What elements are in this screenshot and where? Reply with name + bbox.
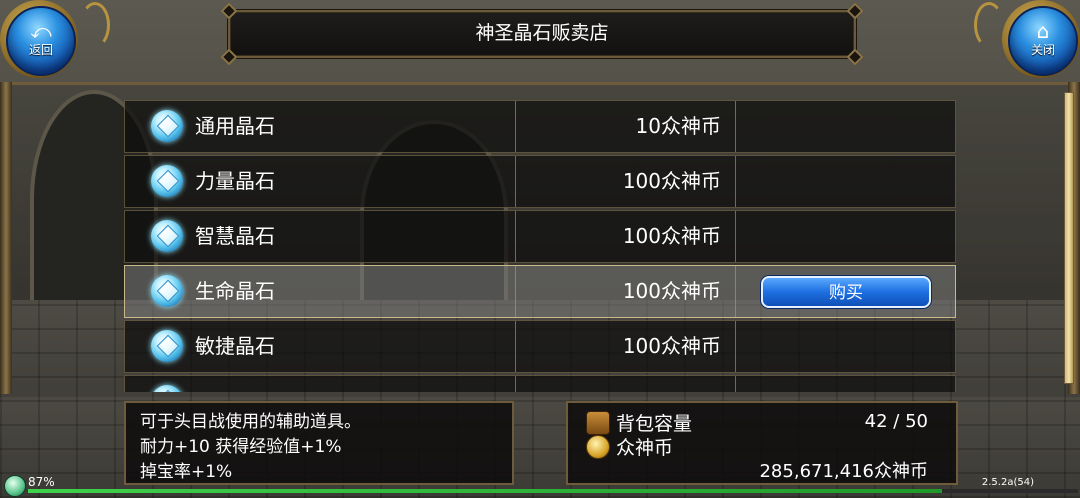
shop-item-row[interactable]: 敏捷晶石 100众神币 (124, 320, 956, 373)
shop-item-row[interactable]: 通用晶石 10众神币 (124, 100, 956, 153)
panel-rail-left (0, 82, 12, 394)
crystal-icon (151, 385, 183, 392)
column-divider (735, 321, 736, 372)
bag-capacity-value: 42 / 50 (864, 411, 928, 432)
buy-button[interactable]: 购买 (761, 276, 931, 308)
column-divider (735, 101, 736, 152)
item-price: 100众神币 (622, 279, 721, 303)
experience-bar-fill (28, 489, 942, 493)
item-name: 生命晶石 (195, 279, 275, 303)
item-price: 100众神币 (622, 169, 721, 193)
close-button-label: 关闭 (1030, 43, 1055, 57)
item-price: 10众神币 (635, 114, 721, 138)
back-button-orb[interactable]: ⤺ 返回 (6, 6, 76, 76)
description-line: 可于头目战使用的辅助道具。 (140, 412, 361, 432)
close-button-orb[interactable]: ⌂ 关闭 (1008, 6, 1078, 76)
shop-title: 神圣晶石贩卖店 (475, 22, 609, 44)
item-name: 通用晶石 (195, 114, 275, 138)
inventory-info-panel: 背包容量 42 / 50 众神币 285,671,416众神币 (566, 401, 958, 485)
bag-capacity-label: 背包容量 (616, 413, 693, 435)
column-divider (735, 211, 736, 262)
column-divider (735, 156, 736, 207)
currency-label: 众神币 (616, 437, 674, 459)
item-description-panel: 可于头目战使用的辅助道具。 耐力+10 获得经验值+1% 掉宝率+1% (124, 401, 514, 485)
gold-ornament-right (974, 2, 1004, 48)
column-divider (515, 376, 516, 392)
experience-bar (28, 489, 1078, 493)
crystal-icon (151, 275, 183, 307)
bag-icon (586, 411, 610, 435)
crystal-icon (151, 220, 183, 252)
scrollbar-thumb[interactable] (1065, 93, 1073, 383)
description-line: 耐力+10 获得经验值+1% (140, 437, 342, 457)
item-price: 100众神币 (622, 224, 721, 248)
home-icon: ⌂ (1036, 19, 1050, 43)
shop-item-row[interactable]: 智慧晶石 100众神币 (124, 210, 956, 263)
gold-ornament-left (80, 2, 110, 48)
crystal-icon (151, 110, 183, 142)
crystal-icon (151, 330, 183, 362)
back-button[interactable]: ⤺ 返回 (0, 0, 80, 80)
close-button[interactable]: ⌂ 关闭 (1000, 0, 1080, 80)
coin-icon (586, 435, 610, 459)
item-name: 智慧晶石 (195, 224, 275, 248)
shop-item-list: 通用晶石 10众神币 力量晶石 100众神币 智慧晶石 100众神币 生命晶石 … (124, 100, 956, 392)
shop-list-scrollbar[interactable] (1064, 92, 1074, 384)
shop-title-bar: 神圣晶石贩卖店 (220, 2, 864, 66)
percent-indicator: 87% (28, 475, 55, 489)
column-divider (735, 376, 736, 392)
back-arrow-icon: ⤺ (30, 19, 52, 43)
item-price: 100众神币 (622, 334, 721, 358)
shop-item-row[interactable]: 力量晶石 100众神币 (124, 155, 956, 208)
status-orb-icon (4, 475, 26, 497)
item-name: 力量晶石 (195, 169, 275, 193)
shop-item-row-partial[interactable] (124, 375, 956, 392)
status-bar: 87% 2.5.2a(54) (0, 474, 1080, 498)
shop-item-row-selected[interactable]: 生命晶石 100众神币 购买 (124, 265, 956, 318)
version-label: 2.5.2a(54) (981, 477, 1034, 488)
column-divider (735, 266, 736, 317)
back-button-label: 返回 (28, 43, 53, 57)
crystal-icon (151, 165, 183, 197)
item-name: 敏捷晶石 (195, 334, 275, 358)
